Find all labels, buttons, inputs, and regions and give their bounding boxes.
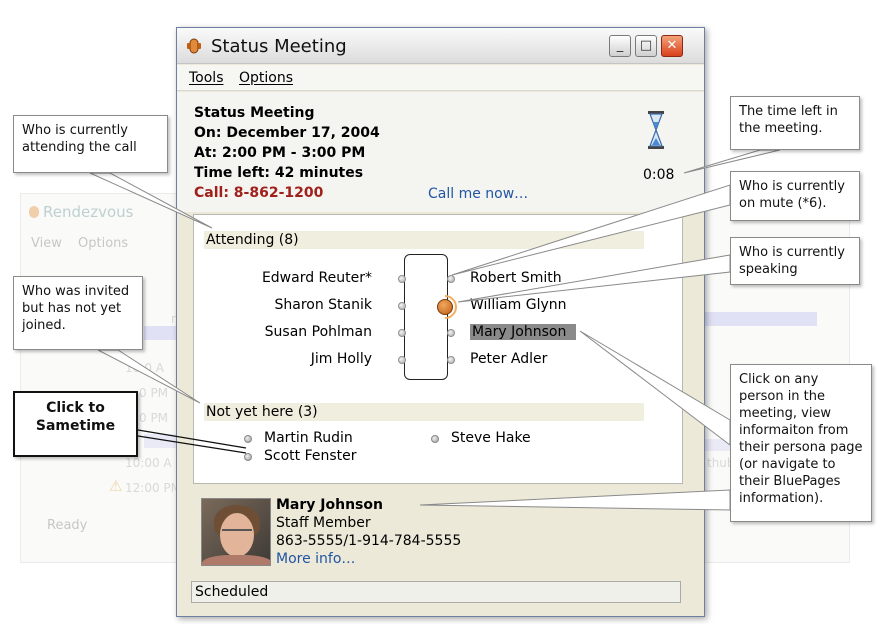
participant-status-dot [398, 356, 406, 364]
invitee-martin-rudin[interactable]: Martin Rudin [264, 430, 353, 446]
callout-click-to-sametime: Click to Sametime [13, 391, 138, 457]
meeting-date: On: December 17, 2004 [194, 125, 380, 141]
meeting-timer: 0:08 [643, 167, 675, 183]
more-info-link[interactable]: More info… [276, 551, 355, 567]
invitee-steve-hake[interactable]: Steve Hake [451, 430, 531, 446]
participant-jim-holly[interactable]: Jim Holly [222, 351, 372, 367]
background-highlight [701, 312, 817, 326]
menu-bar: Tools Options [177, 65, 704, 91]
photo-glasses [222, 529, 252, 535]
participant-mary-johnson-selected[interactable]: Mary Johnson [470, 324, 577, 340]
participant-status-dot [447, 329, 455, 337]
profile-photo [201, 498, 271, 566]
attending-header: Attending (8) [204, 231, 644, 249]
callout-mute: Who is currently on mute (*6). [730, 171, 860, 221]
participant-sharon-stanik[interactable]: Sharon Stanik [222, 297, 372, 313]
participant-susan-pohlman[interactable]: Susan Pohlman [222, 324, 372, 340]
participants-panel: Attending (8) Edward Reuter* Sharon Stan… [193, 214, 683, 484]
participant-edward-reuter[interactable]: Edward Reuter* [222, 270, 372, 286]
profile-role: Staff Member [276, 515, 371, 531]
callout-click-person: Click on any person in the meeting, view… [730, 364, 872, 522]
invitee-status-dot [431, 435, 439, 443]
window-title: Status Meeting [211, 36, 347, 57]
callout-invited: Who was invited but has not yet joined. [13, 276, 143, 350]
invitee-status-dot [244, 453, 252, 461]
sametime-app-icon [187, 38, 201, 54]
status-meeting-window: Status Meeting _ □ ✕ Tools Options Statu… [176, 27, 705, 617]
minimize-button[interactable]: _ [609, 35, 631, 57]
participant-peter-adler[interactable]: Peter Adler [470, 351, 547, 367]
menu-options[interactable]: Options [239, 70, 293, 86]
participant-william-glynn[interactable]: William Glynn [470, 297, 567, 313]
background-text: 10:0 A [125, 361, 164, 375]
participant-status-dot [398, 302, 406, 310]
meeting-info: Status Meeting On: December 17, 2004 At:… [177, 92, 704, 212]
meeting-time-left: Time left: 42 minutes [194, 165, 364, 181]
profile-name: Mary Johnson [276, 497, 383, 513]
title-bar[interactable]: Status Meeting _ □ ✕ [177, 28, 704, 64]
background-text: 0 PM [139, 386, 169, 400]
hourglass-icon [648, 111, 664, 149]
photo-shoulder [202, 555, 270, 565]
participant-status-dot [447, 275, 455, 283]
background-text: 10:00 A [125, 456, 172, 470]
participant-status-dot [447, 356, 455, 364]
background-menubar: View Options [31, 236, 140, 251]
background-window-title: Rendezvous [29, 203, 133, 221]
speaking-participant-dot [437, 299, 453, 315]
background-menu-options: Options [78, 236, 129, 251]
participant-status-dot [398, 275, 406, 283]
invitee-scott-fenster[interactable]: Scott Fenster [264, 448, 357, 464]
not-yet-here-header: Not yet here (3) [204, 403, 644, 421]
meeting-call-number: Call: 8-862-1200 [194, 185, 324, 201]
rendezvous-app-icon [29, 206, 39, 218]
callout-speaking: Who is currently speaking [730, 237, 860, 285]
profile-phone: 863-5555/1-914-784-5555 [276, 533, 462, 549]
photo-face [220, 513, 254, 557]
maximize-button[interactable]: □ [635, 35, 657, 57]
meeting-title: Status Meeting [194, 105, 315, 121]
callout-attending: Who is currently attending the call [13, 115, 168, 173]
menu-tools[interactable]: Tools [189, 70, 224, 86]
close-button[interactable]: ✕ [661, 35, 683, 57]
background-text: 12:00 PM [125, 481, 181, 495]
background-menu-view: View [31, 236, 62, 251]
callout-time-left: The time left in the meeting. [730, 96, 860, 150]
warning-icon: ⚠ [109, 477, 123, 495]
participant-status-dot [398, 329, 406, 337]
invitee-status-dot [244, 435, 252, 443]
participant-robert-smith[interactable]: Robert Smith [470, 270, 562, 286]
background-text: 0 PM [139, 411, 169, 425]
meeting-time: At: 2:00 PM - 3:00 PM [194, 145, 366, 161]
call-me-now-link[interactable]: Call me now… [428, 186, 528, 202]
background-status: Ready [47, 518, 88, 533]
status-bar: Scheduled [191, 581, 681, 603]
